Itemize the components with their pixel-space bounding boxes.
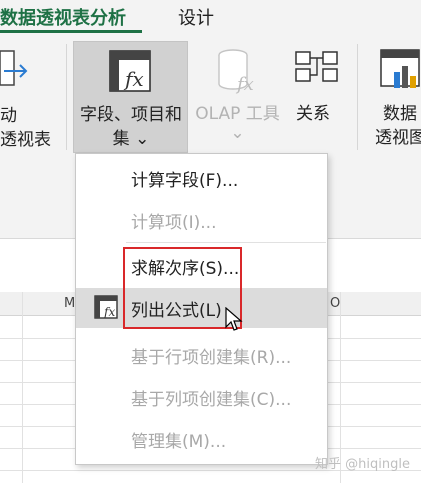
active-tab-indicator xyxy=(0,30,142,33)
change-data-source-button[interactable]: 动 透视表 xyxy=(0,41,62,153)
relationships-button[interactable]: 关系 xyxy=(288,41,348,153)
relationships-icon xyxy=(295,51,338,82)
watermark: 知乎 @hiqingle xyxy=(315,457,410,472)
svg-text:fx: fx xyxy=(123,67,144,91)
fields-items-label-line2: 集 ⌄ xyxy=(112,129,150,149)
left-button-line2: 透视表 xyxy=(0,130,51,150)
menu-item-create-set-columns[interactable]: 基于列项创建集(C)... xyxy=(76,377,327,417)
menu-item-label: 基于行项创建集(R)... xyxy=(131,348,292,368)
pivot-arrow-icon xyxy=(0,50,28,86)
pivotchart-button[interactable]: 数据 透视图 xyxy=(370,41,421,153)
pivotchart-label-line1: 数据 xyxy=(383,104,417,124)
olap-tools-button[interactable]: fx OLAP 工具 ⌄ xyxy=(190,41,285,153)
left-button-line1: 动 xyxy=(0,106,17,126)
olap-tools-label-line1: OLAP 工具 xyxy=(195,104,280,124)
ribbon-separator xyxy=(66,44,67,150)
pivotchart-label-line2: 透视图 xyxy=(375,128,421,148)
menu-separator xyxy=(126,242,326,243)
fields-items-sets-button[interactable]: fx 字段、项目和 集 ⌄ xyxy=(73,41,188,153)
menu-item-label: 计算字段(F)... xyxy=(131,171,239,191)
ribbon-separator xyxy=(357,44,358,150)
database-fx-icon: fx xyxy=(218,49,254,94)
list-formulas-icon: fx xyxy=(94,295,118,319)
menu-item-manage-sets[interactable]: 管理集(M)... xyxy=(76,419,327,459)
fx-table-icon: fx xyxy=(109,50,151,92)
svg-text:fx: fx xyxy=(235,74,254,94)
tab-design[interactable]: 设计 xyxy=(178,4,214,30)
tab-pivottable-analyze[interactable]: 数据透视表分析 xyxy=(0,4,126,30)
column-header-o[interactable]: O xyxy=(330,296,340,311)
ribbon-tab-bar: 数据透视表分析 设计 xyxy=(0,0,421,38)
olap-tools-label-line2: ⌄ xyxy=(230,123,245,143)
pivotchart-icon xyxy=(380,49,420,88)
grid-line xyxy=(22,292,23,483)
menu-item-calculated-item[interactable]: 计算项(I)... xyxy=(76,200,327,240)
menu-item-label: 管理集(M)... xyxy=(131,432,227,452)
relationships-label: 关系 xyxy=(296,104,330,124)
svg-text:fx: fx xyxy=(103,305,115,319)
mouse-cursor-icon xyxy=(225,307,243,331)
fields-items-label-line1: 字段、项目和 xyxy=(80,105,182,125)
menu-item-create-set-rows[interactable]: 基于行项创建集(R)... xyxy=(76,335,327,375)
column-header-m[interactable]: M xyxy=(64,296,75,311)
menu-item-label: 基于列项创建集(C)... xyxy=(131,390,292,410)
menu-item-calculated-field[interactable]: 计算字段(F)... xyxy=(76,158,327,198)
menu-item-label: 计算项(I)... xyxy=(131,213,217,233)
